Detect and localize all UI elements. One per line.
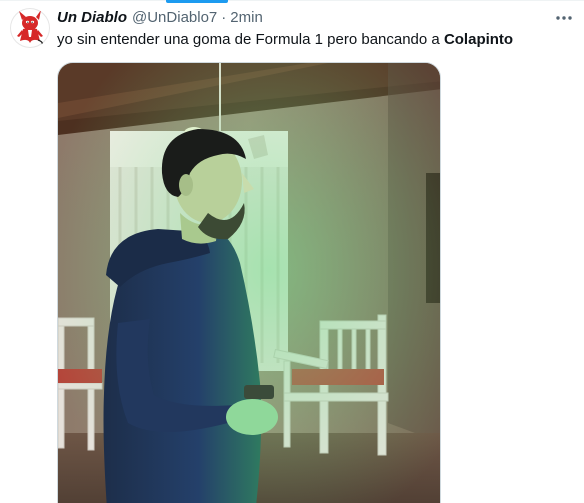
tweet-header: Un Diablo @UnDiablo7 · 2min [57, 8, 263, 28]
display-name[interactable]: Un Diablo [57, 8, 127, 28]
separator-dot: · [221, 9, 227, 26]
tweet-text: yo sin entender una goma de Formula 1 pe… [57, 30, 567, 50]
more-dots-icon [556, 16, 572, 20]
photo-scene [58, 63, 440, 503]
user-handle[interactable]: @UnDiablo7 [132, 8, 217, 28]
more-button[interactable] [552, 8, 576, 28]
timestamp[interactable]: 2min [230, 8, 263, 28]
divider [0, 0, 584, 1]
tab-indicator [166, 0, 228, 3]
tweet-text-bold: Colapinto [443, 31, 514, 48]
avatar[interactable] [10, 8, 50, 48]
red-devil-avatar-icon [17, 10, 44, 47]
tweet-photo[interactable] [57, 62, 441, 503]
tweet-card: Un Diablo @UnDiablo7 · 2min yo sin enten… [0, 0, 584, 503]
tweet-text-body: yo sin entender una goma de Formula 1 pe… [57, 31, 444, 48]
